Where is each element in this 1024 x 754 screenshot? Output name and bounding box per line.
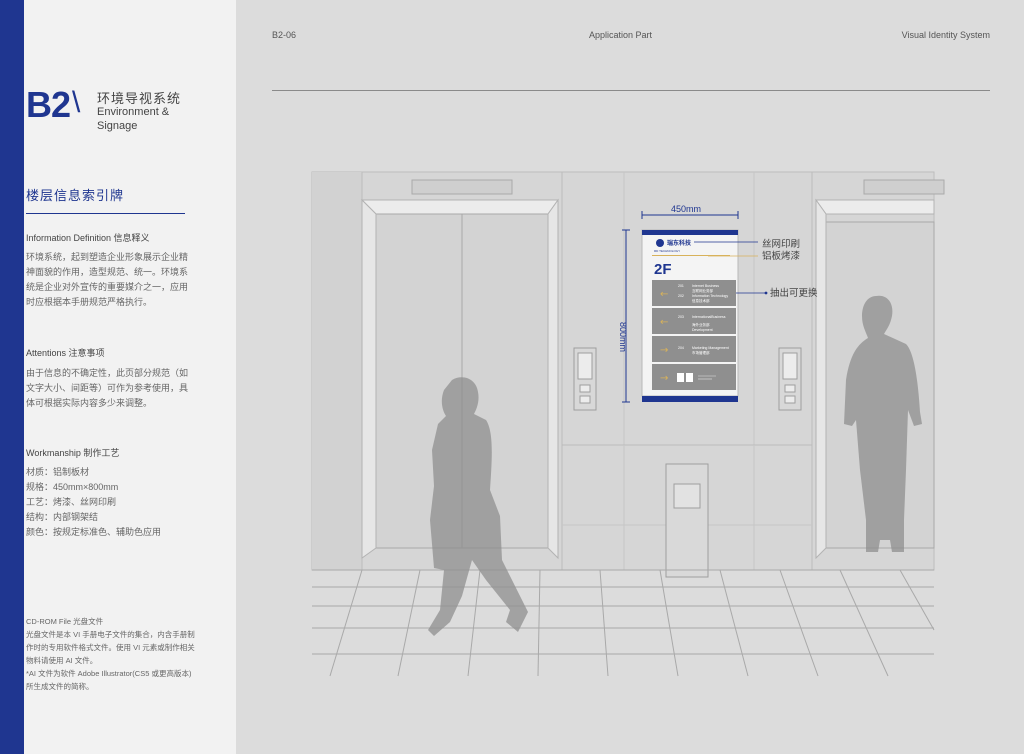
- room-number: 202: [678, 294, 684, 298]
- callout-removable: 抽出可更换: [770, 287, 818, 299]
- room-number: 201: [678, 284, 684, 288]
- call-button: [579, 384, 591, 393]
- accessible-icon: [686, 373, 693, 382]
- arrow-right-icon: →: [660, 373, 668, 384]
- call-panel-display: [577, 352, 593, 380]
- elevator-jamb: [361, 198, 377, 559]
- elevator-jamb: [815, 198, 827, 560]
- dept-name: InternationalBusiness: [692, 315, 726, 319]
- elevator-lobby-illustration: 瑞东科技 RD TECHNOLOGY 2F ← 201 Internet Bus…: [311, 171, 945, 677]
- dept-name: Internet Business: [692, 284, 719, 288]
- restroom-icon: [677, 373, 684, 382]
- sign-logo-text: 瑞东科技: [667, 239, 692, 247]
- arrow-left-icon: ←: [660, 317, 668, 328]
- left-wall-panel: [312, 172, 362, 570]
- callout-dot: [764, 291, 768, 295]
- sign-top-band: [642, 230, 738, 235]
- elevator-indicator: [863, 179, 945, 195]
- sign-logo-sub: RD TECHNOLOGY: [654, 249, 680, 253]
- dept-name: Development: [692, 328, 713, 332]
- trash-bin-slot: [673, 483, 701, 509]
- dept-name-zh: 市场管理部: [692, 350, 710, 355]
- elevator-frame-top: [815, 199, 935, 215]
- dept-name: Information Technology: [692, 294, 728, 298]
- dept-name-zh: 互联网业务部: [692, 288, 713, 293]
- call-panel-display: [782, 352, 798, 380]
- sign-floor-number: 2F: [654, 261, 672, 278]
- sign-bottom-band: [642, 396, 738, 402]
- call-button: [784, 384, 796, 393]
- arrow-left-icon: ←: [660, 289, 668, 300]
- call-button: [784, 395, 796, 404]
- elevator-indicator: [411, 179, 513, 195]
- dept-name-zh: 信息技术部: [692, 298, 710, 303]
- room-number: 204: [678, 346, 684, 350]
- callout-baked-paint: 铝板烤漆: [762, 250, 801, 262]
- call-button: [579, 395, 591, 404]
- sign-logo-icon: [656, 239, 664, 247]
- room-number: 203: [678, 315, 684, 319]
- dept-name: Marketing Management: [692, 346, 729, 350]
- floor-tiles: [312, 569, 935, 677]
- width-label: 450mm: [671, 204, 701, 214]
- elevator-frame-top: [360, 199, 559, 215]
- trash-bin: [665, 463, 709, 578]
- height-label: 800mm: [618, 322, 628, 352]
- dept-name-zh: 海外业务部: [692, 322, 710, 327]
- callout-silk-print: 丝网印刷: [762, 238, 800, 250]
- elevator-jamb: [547, 198, 559, 560]
- arrow-right-icon: →: [660, 345, 668, 356]
